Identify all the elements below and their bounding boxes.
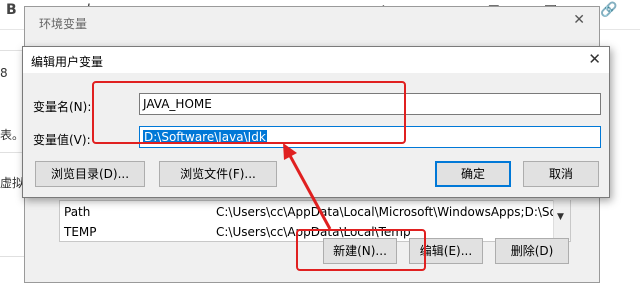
table-row[interactable]: Path C:\Users\cc\AppData\Local\Microsoft…	[60, 203, 570, 221]
variable-name-label: 变量名(N):	[33, 100, 92, 114]
browse-file-button[interactable]: 浏览文件(F)...	[159, 161, 277, 187]
text-fragment: 8	[0, 66, 8, 80]
cancel-button[interactable]: 取消	[523, 161, 599, 187]
close-icon[interactable]: ✕	[573, 12, 585, 28]
variable-value: C:\Users\cc\AppData\Local\Microsoft\Wind…	[216, 205, 571, 219]
chevron-down-icon[interactable]: ▼	[557, 212, 564, 222]
window-title: 环境变量	[39, 17, 88, 31]
variable-name: Path	[64, 205, 91, 219]
text-fragment: 虚拟	[0, 176, 25, 190]
divider	[0, 256, 24, 257]
variable-name: TEMP	[64, 225, 97, 239]
text-fragment: 表。	[0, 128, 25, 142]
ok-button[interactable]: 确定	[435, 161, 511, 187]
browse-directory-button[interactable]: 浏览目录(D)...	[35, 161, 145, 187]
delete-button[interactable]: 删除(D)	[495, 238, 569, 264]
dialog-title: 编辑用户变量	[31, 55, 104, 69]
variable-value-label: 变量值(V):	[33, 133, 91, 147]
bold-icon[interactable]: B	[6, 2, 17, 18]
divider	[0, 152, 24, 153]
editor-content-strip: 8 表。 虚拟	[0, 30, 24, 283]
divider	[0, 50, 24, 51]
annotation-highlight-new-button	[296, 229, 426, 271]
dialog-titlebar: 编辑用户变量 ✕	[23, 47, 609, 73]
close-icon[interactable]: ✕	[588, 50, 601, 68]
link-icon[interactable]: 🔗	[600, 2, 617, 18]
annotation-highlight-inputs	[92, 81, 406, 144]
list-scrollbar[interactable]: ▼	[553, 200, 570, 240]
